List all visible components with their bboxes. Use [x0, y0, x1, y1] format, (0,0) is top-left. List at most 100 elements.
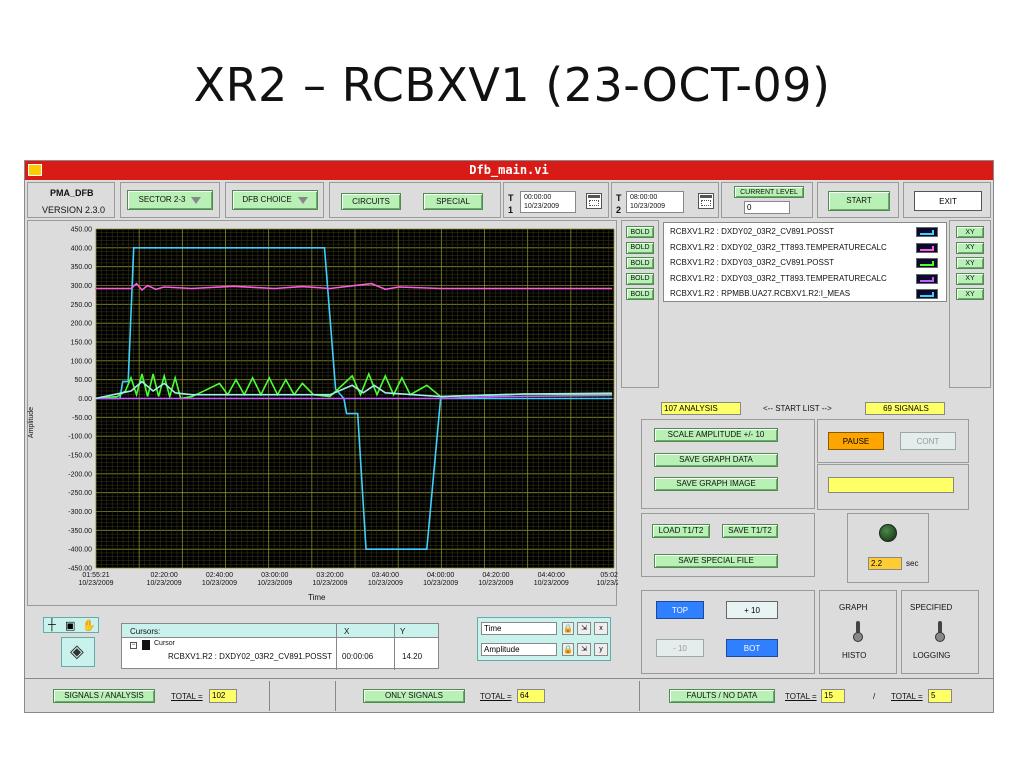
xy-button[interactable]: XY — [956, 241, 984, 254]
faults-no-data-button[interactable]: FAULTS / NO DATA — [669, 689, 775, 703]
bold-button[interactable]: BOLD — [626, 226, 654, 238]
bot-button[interactable]: BOT — [726, 639, 778, 657]
signal-item[interactable]: RCBXV1.R2 : DXDY02_03R2_TT893.TEMPERATUR… — [670, 243, 887, 252]
graph-histo-toggle[interactable] — [852, 621, 864, 643]
sector-label: SECTOR 2-3 — [138, 195, 186, 204]
autoscale-y-icon[interactable]: ⇲ — [577, 643, 591, 656]
plot-style-icon[interactable] — [916, 273, 938, 284]
cursor-row-name: RCBXV1.R2 : DXDY02_03R2_CV891.POSST — [168, 652, 333, 661]
plot-style-icon[interactable] — [916, 242, 938, 253]
calendar-icon[interactable] — [698, 193, 714, 209]
xy-button[interactable]: XY — [956, 257, 984, 269]
status-led-icon — [879, 524, 897, 542]
y-tick-label: 250.00 — [71, 302, 93, 309]
pause-button[interactable]: PAUSE — [828, 432, 884, 450]
bold-button[interactable]: BOLD — [626, 272, 654, 285]
sector-dropdown[interactable]: SECTOR 2-3 — [127, 190, 213, 210]
graph-tool-palette[interactable]: ┼ ▣ ✋ — [43, 617, 99, 633]
bold-button[interactable]: BOLD — [626, 241, 654, 254]
plot-style-icon[interactable] — [916, 227, 938, 237]
slide-title: XR2 – RCBXV1 (23-OCT-09) — [193, 58, 831, 112]
crosshair-icon[interactable]: ┼ — [48, 619, 56, 631]
save-graph-data-button[interactable]: SAVE GRAPH DATA — [654, 453, 778, 467]
histo-label: HISTO — [842, 651, 867, 660]
save-graph-image-button[interactable]: SAVE GRAPH IMAGE — [654, 477, 778, 491]
y-tick-label: -350.00 — [68, 528, 92, 535]
y-tick-label: -300.00 — [68, 509, 92, 516]
xy-button[interactable]: XY — [956, 226, 984, 238]
diamond-arrows-icon[interactable]: ◈ — [70, 641, 84, 662]
time-scale-name: Time — [481, 622, 557, 635]
t1-panel: T 1 00:00:00 10/23/2009 — [503, 182, 609, 218]
specified-logging-panel: SPECIFIED LOGGING — [901, 590, 979, 674]
x-tick-time: 05:02:42 — [600, 572, 618, 579]
signal-item[interactable]: RCBXV1.R2 : DXDY02_03R2_CV891.POSST — [670, 227, 834, 236]
dfb-choice-dropdown[interactable]: DFB CHOICE — [232, 190, 318, 210]
special-button[interactable]: SPECIAL — [423, 193, 483, 210]
cursor-mover[interactable]: ◈ — [61, 637, 95, 667]
minus10-button[interactable]: - 10 — [656, 639, 704, 657]
signal-item[interactable]: RCBXV1.R2 : RPMBB.UA27.RCBXV1.R2:I_MEAS — [670, 289, 850, 298]
lock-icon[interactable]: 🔒 — [562, 622, 574, 635]
t1-time: 00:00:00 — [524, 194, 552, 201]
start-button[interactable]: START — [828, 191, 890, 211]
x-tick-date: 10/23/2009 — [368, 580, 403, 587]
dfb-panel: DFB CHOICE — [225, 182, 324, 218]
signals-analysis-button[interactable]: SIGNALS / ANALYSIS — [53, 689, 155, 703]
save-special-file-button[interactable]: SAVE SPECIAL FILE — [654, 554, 778, 568]
pause-panel: PAUSE CONT — [817, 419, 969, 463]
cursor-icon — [142, 640, 150, 650]
top-button[interactable]: TOP — [656, 601, 704, 619]
chevron-down-icon — [191, 196, 202, 204]
zoom-icon[interactable]: ▣ — [65, 619, 75, 632]
current-level-input[interactable]: 0 — [744, 201, 790, 214]
signal-item[interactable]: RCBXV1.R2 : DXDY03_03R2_CV891.POSST — [670, 258, 834, 267]
cursor-table[interactable]: Cursors: X Y − Cursor RCBXV1.R2 : DXDY02… — [121, 623, 439, 670]
bold-button[interactable]: BOLD — [626, 257, 654, 269]
total-label-3: TOTAL = — [785, 692, 817, 701]
collapse-icon[interactable]: − — [130, 642, 137, 649]
autoscale-x-icon[interactable]: ⇲ — [577, 622, 591, 635]
save-t1t2-button[interactable]: SAVE T1/T2 — [722, 524, 778, 538]
xy-button[interactable]: XY — [956, 272, 984, 285]
cursor-table-header — [122, 624, 438, 638]
circuits-button[interactable]: CIRCUITS — [341, 193, 401, 210]
bold-button[interactable]: BOLD — [626, 288, 654, 300]
signal-item[interactable]: RCBXV1.R2 : DXDY03_03R2_TT893.TEMPERATUR… — [670, 274, 887, 283]
plot-style-icon[interactable] — [916, 258, 938, 268]
x-tick-date: 10/23/2009 — [78, 580, 113, 587]
load-t1t2-button[interactable]: LOAD T1/T2 — [652, 524, 710, 538]
x-tick-time: 02:20:00 — [151, 572, 178, 579]
only-signals-button[interactable]: ONLY SIGNALS — [363, 689, 465, 703]
scale-amplitude-button[interactable]: SCALE AMPLITUDE +/- 10 — [654, 428, 778, 442]
analysis-count: 107 ANALYSIS — [661, 402, 741, 415]
specified-logging-toggle[interactable] — [934, 621, 946, 643]
xy-button[interactable]: XY — [956, 288, 984, 300]
x-tick-date: 10/23/2009 — [147, 580, 182, 587]
format-x-icon[interactable]: x — [594, 622, 608, 635]
x-tick-time: 04:00:00 — [427, 572, 454, 579]
x-tick-time: 02:40:00 — [206, 572, 233, 579]
y-axis-label: Amplitude — [28, 406, 36, 439]
start-panel: START — [817, 182, 899, 218]
plus10-button[interactable]: + 10 — [726, 601, 778, 619]
plot-style-icon[interactable] — [916, 289, 938, 299]
x-tick-date: 10/23/2009 — [534, 580, 569, 587]
pan-hand-icon[interactable]: ✋ — [82, 619, 96, 632]
y-tick-label: 450.00 — [71, 227, 93, 234]
x-tick-date: 10/23/2009 — [478, 580, 513, 587]
calendar-icon[interactable] — [586, 193, 602, 209]
y-tick-label: -400.00 — [68, 547, 92, 554]
exit-button[interactable]: EXIT — [914, 191, 982, 211]
cont-button[interactable]: CONT — [900, 432, 956, 450]
t1-time-input[interactable]: 00:00:00 10/23/2009 — [520, 191, 576, 213]
t2-letter: T — [616, 193, 622, 203]
signal-list[interactable]: RCBXV1.R2 : DXDY02_03R2_CV891.POSST RCBXV… — [663, 222, 947, 302]
format-y-icon[interactable]: y — [594, 643, 608, 656]
lock-icon[interactable]: 🔒 — [562, 643, 574, 656]
amplitude-chart[interactable]: 450.00 400.00 350.00 300.00 250.00 200.00 150.… — [28, 221, 618, 607]
y-tick-label: -100.00 — [68, 434, 92, 441]
labview-icon — [28, 164, 42, 176]
t2-time-input[interactable]: 08:00:00 10/23/2009 — [626, 191, 684, 213]
x-tick-date: 10/23/2009 — [423, 580, 458, 587]
